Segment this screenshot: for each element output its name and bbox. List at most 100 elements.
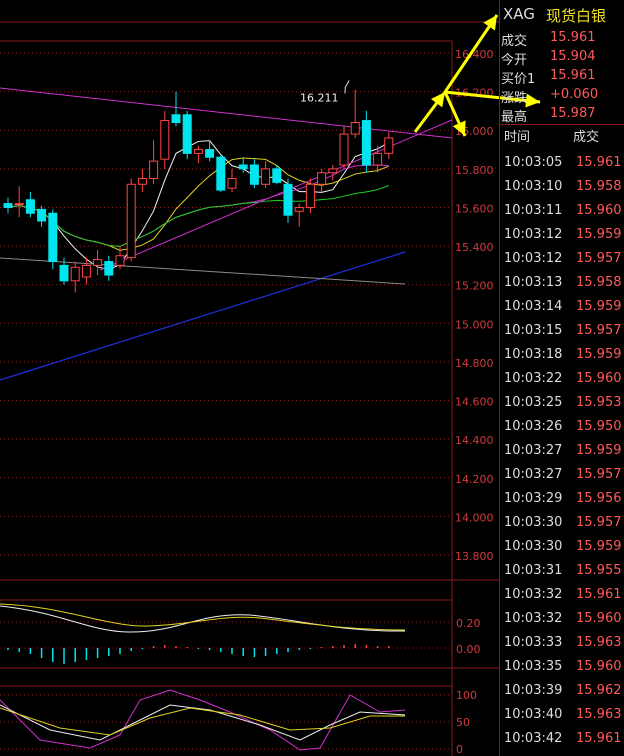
tick-row: 10:03:11 15.960: [501, 203, 624, 227]
price-tick-label: 15.600: [455, 202, 494, 215]
tick-price: 15.962: [576, 683, 622, 698]
price-tick-label: 14.000: [455, 511, 494, 524]
candle-body: [350, 122, 360, 135]
candle-body: [283, 183, 293, 216]
tick-row: 10:03:40 15.963: [501, 707, 624, 731]
tick-price: 15.961: [576, 155, 622, 170]
candle-body: [272, 168, 282, 183]
macd-tick-label: 0.00: [456, 643, 481, 656]
tick-time: 10:03:11: [504, 203, 563, 218]
tick-time: 10:03:33: [504, 635, 563, 650]
tick-time: 10:03:12: [504, 251, 563, 266]
tick-time: 10:03:31: [504, 563, 563, 578]
tick-time: 10:03:13: [504, 275, 563, 290]
tick-price: 15.957: [576, 467, 622, 482]
tick-price: 15.963: [576, 635, 622, 650]
price-tick-label: 14.200: [455, 473, 494, 486]
candle-body: [249, 164, 259, 185]
tick-row: 10:03:39 15.962: [501, 683, 624, 707]
candle-body: [104, 261, 114, 276]
price-tick-label: 15.800: [455, 164, 494, 177]
tick-row: 10:03:33 15.963: [501, 635, 624, 659]
quote-row: 买价1 15.961: [501, 68, 624, 87]
tick-row: 10:03:27 15.957: [501, 467, 624, 491]
tick-header-price: 成交: [573, 130, 600, 145]
tick-row: 10:03:12 15.959: [501, 227, 624, 251]
tick-time: 10:03:27: [504, 443, 563, 458]
candle-body: [193, 149, 203, 154]
arrow-to-peak-head: [431, 92, 445, 108]
trend-line-lower: [99, 119, 453, 271]
symbol-code: XAG: [503, 5, 535, 23]
macd-dea-line: [0, 603, 406, 631]
tick-time: 10:03:35: [504, 659, 563, 674]
tick-price: 15.960: [576, 203, 622, 218]
candle-body: [48, 212, 58, 263]
tick-time: 10:03:32: [504, 587, 563, 602]
candle-body: [93, 259, 103, 266]
ma20-line: [7, 164, 389, 247]
tick-row: 10:03:31 15.955: [501, 563, 624, 587]
tick-price: 15.956: [576, 491, 622, 506]
macd-tick-label: 0.20: [456, 617, 481, 630]
arrow-to-symbol-head: [483, 15, 497, 31]
panel-divider: [499, 0, 500, 756]
tick-time: 10:03:27: [504, 467, 563, 482]
tick-list-header: 时间 成交: [501, 126, 624, 146]
symbol-name: 现货白银: [546, 7, 607, 25]
tick-time: 10:03:30: [504, 515, 563, 530]
candle-body: [126, 183, 136, 259]
candle-body: [294, 206, 304, 212]
tick-time: 10:03:26: [504, 419, 563, 434]
quote-value: 15.904: [550, 49, 596, 64]
trend-line-upper: [0, 87, 453, 139]
quote-label: 最高: [501, 110, 528, 125]
tick-price: 15.950: [576, 419, 622, 434]
candle-body: [59, 264, 69, 282]
tick-price: 15.960: [576, 611, 622, 626]
price-tick-label: 14.400: [455, 434, 494, 447]
tick-price: 15.957: [576, 323, 622, 338]
tick-header-time: 时间: [504, 130, 531, 145]
tick-row: 10:03:30 15.959: [501, 539, 624, 563]
tick-price: 15.960: [576, 659, 622, 674]
tick-price: 15.958: [576, 179, 622, 194]
tick-time: 10:03:12: [504, 227, 563, 242]
tick-row: 10:03:10 15.958: [501, 179, 624, 203]
tick-time: 10:03:42: [504, 731, 563, 746]
price-tick-label: 14.600: [455, 396, 494, 409]
candle-body: [238, 164, 248, 170]
candle-body: [317, 172, 327, 185]
candle-body: [149, 160, 159, 179]
candle-body: [25, 199, 35, 214]
tick-row: 10:03:15 15.957: [501, 323, 624, 347]
candle-body: [37, 208, 47, 222]
tick-row: 10:03:32 15.961: [501, 587, 624, 611]
tick-row: 10:03:42 15.961: [501, 731, 624, 755]
tick-price: 15.961: [576, 587, 622, 602]
price-tick-label: 15.200: [455, 280, 494, 293]
tick-time: 10:03:32: [504, 611, 563, 626]
tick-price: 15.955: [576, 563, 622, 578]
candle-body: [305, 183, 315, 208]
tick-row: 10:03:29 15.956: [501, 491, 624, 515]
tick-row: 10:03:27 15.959: [501, 443, 624, 467]
tick-price: 15.959: [576, 443, 622, 458]
kdj-tick-label: 50: [456, 716, 470, 729]
tick-time: 10:03:25: [504, 395, 563, 410]
tick-price: 15.961: [576, 731, 622, 746]
price-tick-label: 14.800: [455, 357, 494, 370]
tick-price: 15.957: [576, 251, 622, 266]
candle-body: [14, 203, 24, 206]
tick-time: 10:03:30: [504, 539, 563, 554]
macd-dif-line: [0, 605, 406, 633]
candle-body: [261, 168, 271, 185]
quote-value: 15.961: [550, 68, 596, 83]
candle-body: [182, 114, 192, 154]
panel-separator: [499, 124, 624, 125]
quote-row: 成交 15.961: [501, 30, 624, 49]
candle-body: [216, 156, 226, 191]
quote-value: +0.060: [550, 87, 599, 102]
quote-row: 最高 15.987: [501, 106, 624, 125]
price-tick-label: 15.000: [455, 318, 494, 331]
